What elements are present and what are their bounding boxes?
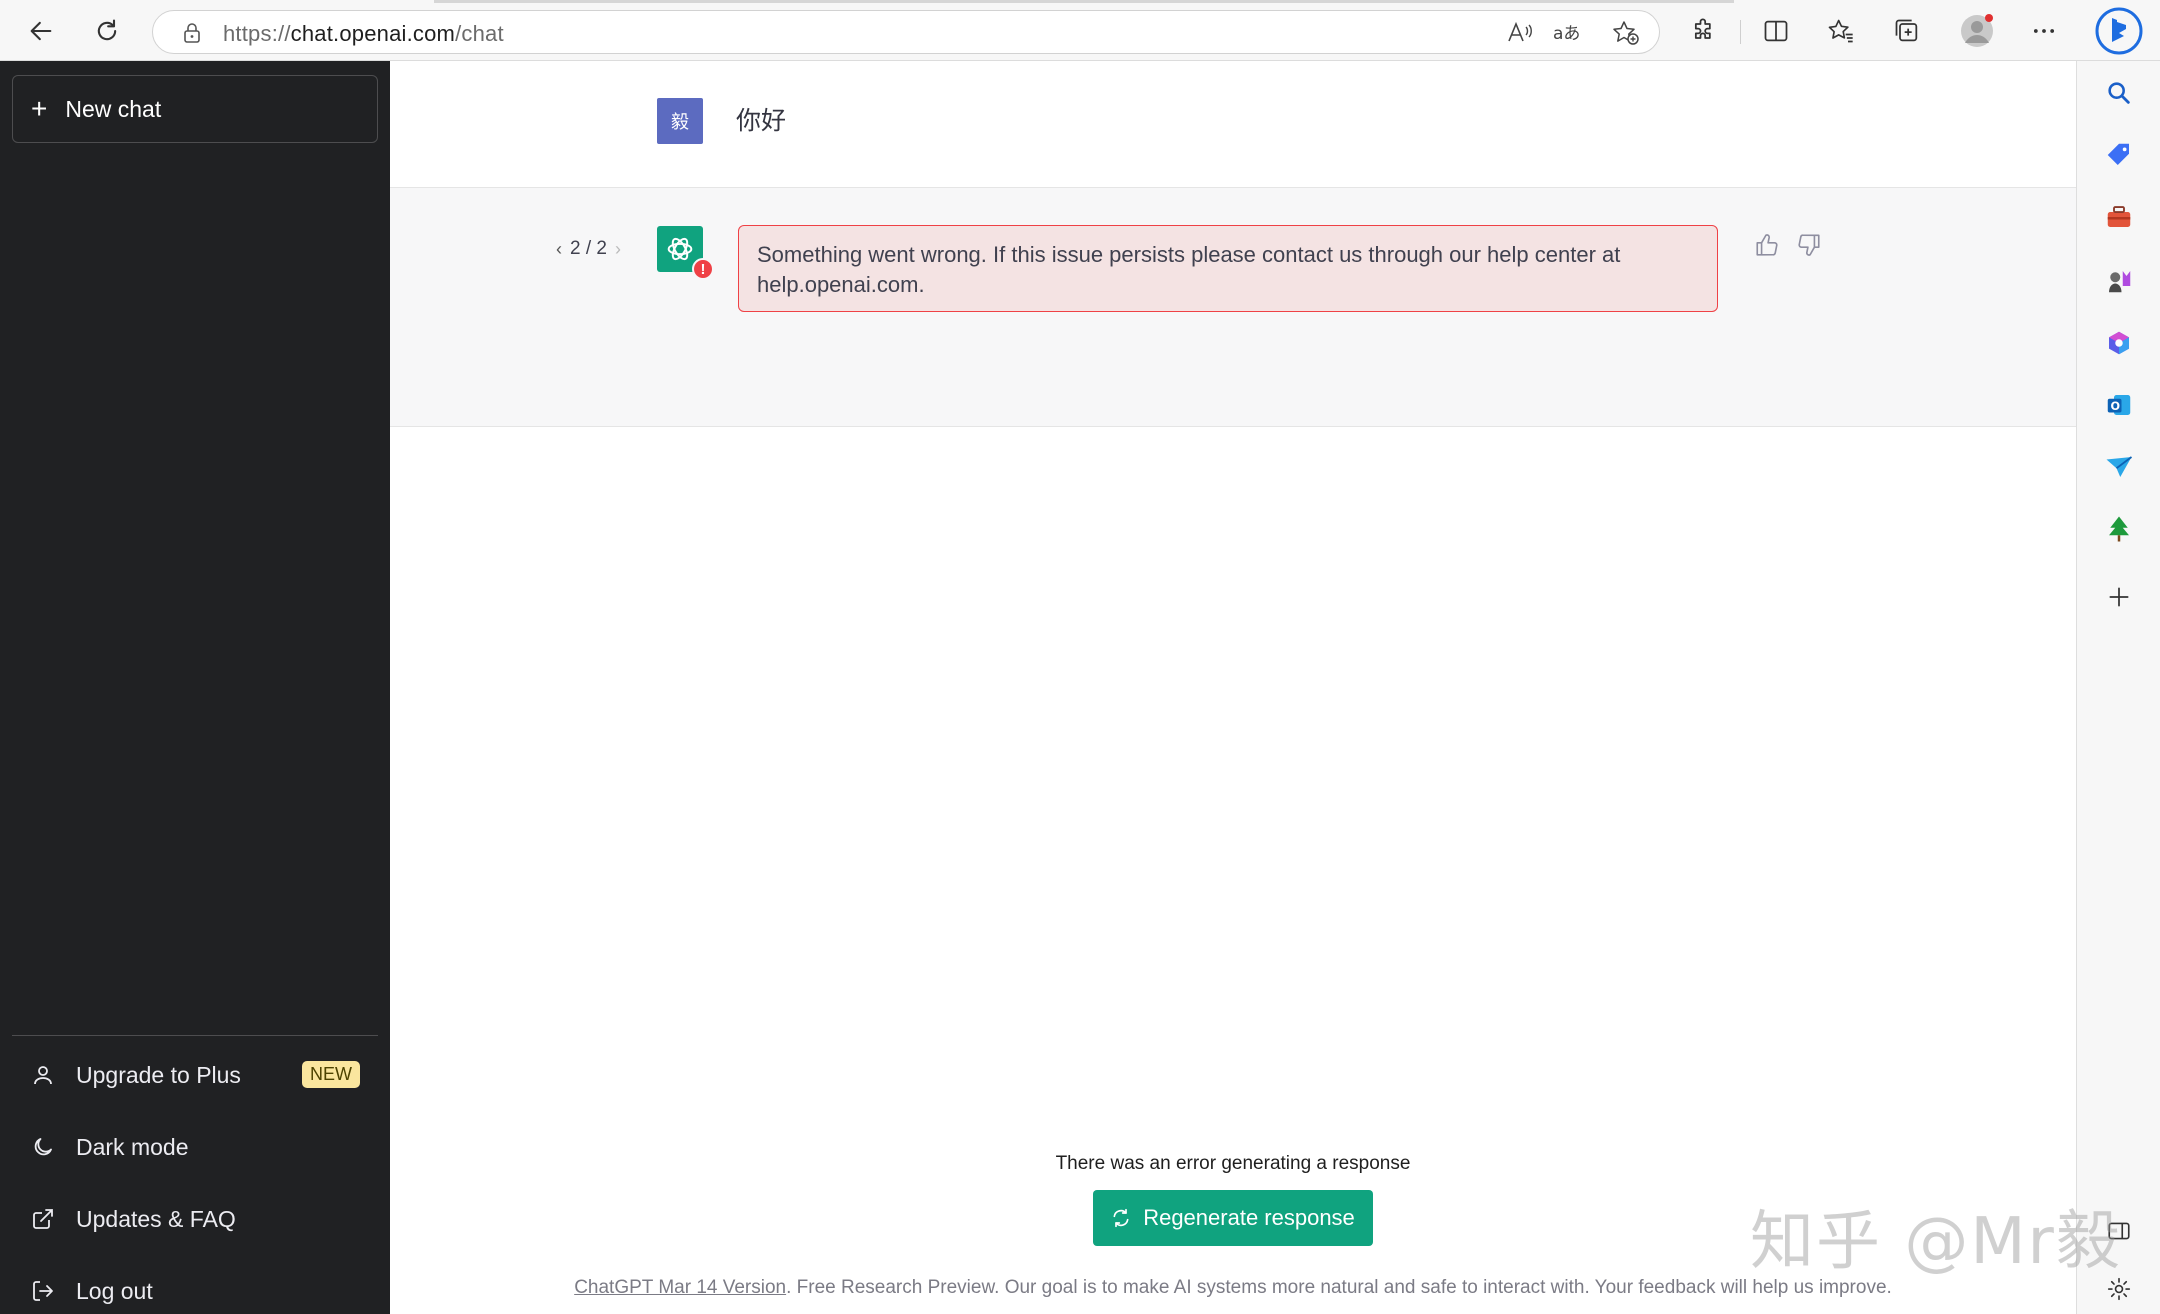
favorites-star-icon xyxy=(1828,19,1853,43)
user-message-row: 毅 你好 xyxy=(390,61,2076,188)
user-message-text: 你好 xyxy=(736,107,787,135)
tab-strip xyxy=(434,0,1734,3)
edge-sidebar: O xyxy=(2076,61,2160,1314)
error-alert-icon: ! xyxy=(692,258,714,280)
bing-logo-icon xyxy=(2095,7,2143,55)
chat-sidebar: + New chat Upgrade to Plus NEW Dark mode… xyxy=(0,61,390,1314)
thumbs-up-icon xyxy=(1756,234,1778,256)
sidebar-item-label: Upgrade to Plus xyxy=(76,1061,241,1088)
tools-briefcase-icon[interactable] xyxy=(2099,197,2139,237)
footer-text: . Free Research Preview. Our goal is to … xyxy=(786,1277,1892,1298)
bing-chat-button[interactable] xyxy=(2094,6,2144,56)
more-menu-button[interactable] xyxy=(2025,12,2063,50)
reload-button[interactable] xyxy=(88,12,126,50)
profile-avatar-icon xyxy=(1961,14,1993,47)
chat-main: 毅 你好 ‹ 2 / 2 › ! Something went wrong. I… xyxy=(390,61,2076,1314)
logout-icon xyxy=(30,1278,56,1304)
url-path: /chat xyxy=(455,21,504,46)
extensions-button[interactable] xyxy=(1685,12,1723,50)
lock-icon[interactable] xyxy=(181,21,203,50)
toolbar-divider xyxy=(1740,20,1741,44)
tree-icon[interactable] xyxy=(2099,509,2139,549)
svg-text:aあ: aあ xyxy=(1553,24,1580,44)
collections-icon xyxy=(1895,19,1918,42)
url-text[interactable]: https://chat.openai.com/chat xyxy=(223,21,504,47)
thumbs-up-button[interactable] xyxy=(1752,230,1782,260)
thumbs-down-button[interactable] xyxy=(1794,230,1824,260)
outlook-icon[interactable]: O xyxy=(2099,385,2139,425)
plus-icon: + xyxy=(31,93,48,124)
sidebar-item-label: Updates & FAQ xyxy=(76,1205,236,1232)
games-icon[interactable] xyxy=(2099,261,2139,301)
reload-icon xyxy=(97,19,117,41)
puzzle-icon xyxy=(1694,18,1711,39)
previous-response-button[interactable]: ‹ xyxy=(556,239,562,260)
response-pager: ‹ 2 / 2 › xyxy=(556,238,621,260)
address-bar[interactable]: https://chat.openai.com/chat aあ xyxy=(152,10,1660,54)
add-favorite-icon[interactable] xyxy=(1611,19,1641,47)
screen: https://chat.openai.com/chat aあ O + New … xyxy=(0,0,2160,1314)
assistant-message-row: ‹ 2 / 2 › ! Something went wrong. If thi… xyxy=(390,188,2076,427)
add-sidebar-app-icon[interactable] xyxy=(2099,577,2139,617)
new-chat-label: New chat xyxy=(65,95,162,122)
more-dots-icon xyxy=(2033,29,2055,33)
regenerate-label: Regenerate response xyxy=(1143,1205,1355,1230)
back-arrow-icon xyxy=(30,21,52,41)
split-screen-icon xyxy=(1764,20,1788,42)
profile-button[interactable] xyxy=(1958,12,1996,50)
pager-count: 2 / 2 xyxy=(570,238,607,259)
error-notice: There was an error generating a response xyxy=(1055,1153,1411,1174)
new-chat-button[interactable]: + New chat xyxy=(12,75,378,143)
back-button[interactable] xyxy=(22,12,60,50)
read-aloud-icon[interactable] xyxy=(1505,19,1535,47)
sidebar-item-log-out[interactable]: Log out xyxy=(12,1261,378,1314)
user-icon xyxy=(30,1062,56,1088)
split-screen-button[interactable] xyxy=(1757,12,1795,50)
browser-toolbar: https://chat.openai.com/chat aあ xyxy=(0,0,2160,61)
error-message-box: Something went wrong. If this issue pers… xyxy=(738,225,1718,312)
url-scheme: https:// xyxy=(223,21,291,46)
thumbs-down-icon xyxy=(1798,234,1820,256)
moon-icon xyxy=(30,1134,56,1160)
collections-button[interactable] xyxy=(1888,12,1926,50)
sidebar-item-label: Log out xyxy=(76,1277,153,1304)
sidebar-item-label: Dark mode xyxy=(76,1133,189,1160)
next-response-button[interactable]: › xyxy=(615,239,621,260)
refresh-icon xyxy=(1113,1208,1129,1228)
microsoft365-icon[interactable] xyxy=(2099,323,2139,363)
favorites-button[interactable] xyxy=(1822,12,1860,50)
sidebar-divider xyxy=(12,1035,378,1036)
sidebar-item-dark-mode[interactable]: Dark mode xyxy=(12,1117,378,1177)
translate-icon[interactable]: aあ xyxy=(1553,19,1583,47)
watermark: 知乎 @Mr毅 xyxy=(1750,1205,2122,1279)
svg-text:O: O xyxy=(2111,400,2121,413)
user-avatar: 毅 xyxy=(657,98,703,144)
shopping-tag-icon[interactable] xyxy=(2099,135,2139,175)
sidebar-item-upgrade[interactable]: Upgrade to Plus NEW xyxy=(12,1045,378,1105)
new-badge: NEW xyxy=(302,1061,360,1088)
external-link-icon xyxy=(30,1206,56,1232)
version-link[interactable]: ChatGPT Mar 14 Version xyxy=(574,1277,786,1298)
search-icon[interactable] xyxy=(2099,73,2139,113)
url-host: chat.openai.com xyxy=(290,21,456,46)
regenerate-response-button[interactable]: Regenerate response xyxy=(1093,1190,1373,1246)
send-paper-plane-icon[interactable] xyxy=(2099,447,2139,487)
sidebar-item-updates-faq[interactable]: Updates & FAQ xyxy=(12,1189,378,1249)
